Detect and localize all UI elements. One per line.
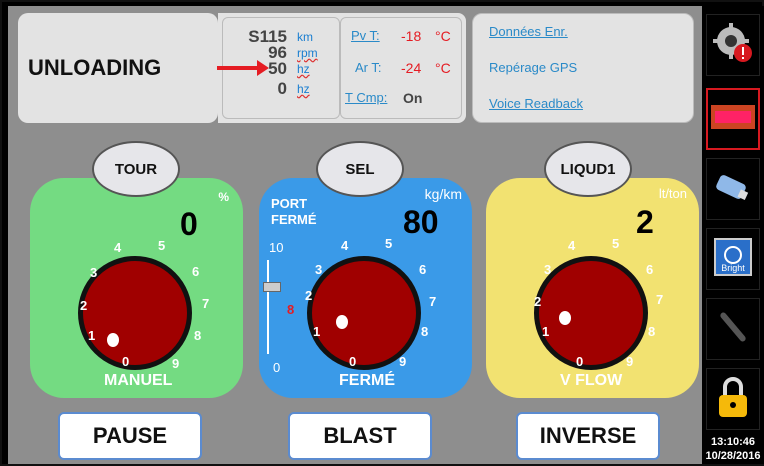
liquid-title: LIQUD1 <box>544 141 632 197</box>
tour-panel: % 0 0 1 2 3 4 5 6 7 8 9 MANUEL <box>30 178 243 398</box>
wrench-icon <box>713 307 753 352</box>
brightness-icon: Bright <box>713 237 753 282</box>
dial-8: 8 <box>194 328 202 343</box>
sel-panel: kg/km PORT FERMÉ 80 10 0 8 0 1 2 3 4 5 6… <box>259 178 472 398</box>
art-label: Ar T: <box>355 60 382 75</box>
tour-unit: % <box>218 190 229 204</box>
dial-7: 7 <box>429 294 437 309</box>
sidebar: Bright 13:10:46 10/28/2016 <box>702 6 764 464</box>
dial-1: 1 <box>88 328 96 343</box>
slider-track[interactable] <box>267 260 277 354</box>
tcmp-value: On <box>403 90 423 106</box>
dial-6: 6 <box>646 262 654 277</box>
dial-9: 9 <box>626 354 634 369</box>
dial-1: 1 <box>542 324 550 339</box>
scale-bottom: 0 <box>273 360 281 375</box>
tour-title: TOUR <box>92 141 180 197</box>
art-unit: °C <box>435 60 451 76</box>
knob-indicator <box>559 311 571 325</box>
dial-9: 9 <box>172 356 180 371</box>
usb-icon <box>711 169 755 210</box>
liquid-bottom-label: V FLOW <box>560 372 623 389</box>
usb-button[interactable] <box>706 158 760 220</box>
dial-7: 7 <box>656 292 664 307</box>
dial-2: 2 <box>80 298 88 313</box>
sel-port-line1: PORT <box>271 196 308 211</box>
pause-button[interactable]: PAUSE <box>58 412 202 460</box>
pvt-value: -18 <box>401 28 422 44</box>
tour-bottom-label: MANUEL <box>104 372 173 389</box>
dial-3: 3 <box>544 262 552 277</box>
gear-alert-icon <box>711 21 755 70</box>
dial-4: 4 <box>568 238 576 253</box>
sel-value: 80 <box>403 204 439 240</box>
link-voice[interactable]: Voice Readback <box>489 96 583 111</box>
bright-button[interactable]: Bright <box>706 228 760 290</box>
knob-indicator <box>336 315 348 329</box>
rpm-unit: rpm <box>297 46 318 60</box>
dial-8: 8 <box>421 324 429 339</box>
liquid-value: 2 <box>636 204 654 240</box>
blast-button[interactable]: BLAST <box>288 412 432 460</box>
speed-unit: km <box>297 30 313 44</box>
hz2-unit: hz <box>297 82 310 96</box>
mode-status: UNLOADING <box>18 13 218 123</box>
sel-bottom-label: FERMÉ <box>339 372 395 389</box>
scale-top: 10 <box>269 240 284 255</box>
spreader-icon <box>709 97 757 142</box>
link-gps[interactable]: Repérage GPS <box>489 60 577 75</box>
dial-6: 6 <box>419 262 427 277</box>
wrench-button[interactable] <box>706 298 760 360</box>
dial-8: 8 <box>648 324 656 339</box>
dial-9: 9 <box>399 354 407 369</box>
main-area: UNLOADING S115 km 96 rpm 50 hz 0 hz Pv T… <box>8 6 702 464</box>
readouts-right: Pv T: -18 °C Ar T: -24 °C T Cmp: On <box>340 17 462 119</box>
liquid-unit: lt/ton <box>658 186 687 201</box>
dial-2: 2 <box>305 288 313 303</box>
dial-0: 0 <box>349 354 357 369</box>
svg-text:Bright: Bright <box>721 263 745 273</box>
tcmp-label: T Cmp: <box>345 90 388 105</box>
pvt-label: Pv T: <box>351 28 380 43</box>
dial-1: 1 <box>313 324 321 339</box>
screen: UNLOADING S115 km 96 rpm 50 hz 0 hz Pv T… <box>0 0 764 466</box>
knob-indicator <box>107 333 119 347</box>
links-panel: Données Enr. Repérage GPS Voice Readback <box>472 13 694 123</box>
dial-0: 0 <box>122 354 130 369</box>
link-data[interactable]: Données Enr. <box>489 24 568 39</box>
dial-3: 3 <box>90 265 98 280</box>
dial-4: 4 <box>114 240 122 255</box>
sel-title: SEL <box>316 141 404 197</box>
dial-5: 5 <box>385 236 393 251</box>
arrow-icon <box>217 60 269 76</box>
spreader-button[interactable] <box>706 88 760 150</box>
dial-6: 6 <box>192 264 200 279</box>
sel-port-line2: FERMÉ <box>271 212 317 227</box>
clock-date: 10/28/2016 <box>705 450 761 462</box>
lock-button[interactable] <box>706 368 760 430</box>
hz-unit: hz <box>297 62 310 76</box>
lock-icon <box>715 375 751 424</box>
settings-button[interactable] <box>706 14 760 76</box>
sel-unit: kg/km <box>424 186 462 202</box>
art-value: -24 <box>401 60 422 76</box>
liquid-panel: lt/ton 2 0 1 2 3 4 5 6 7 8 9 V FLOW <box>486 178 699 398</box>
slider-handle[interactable] <box>263 282 281 292</box>
slider-value: 8 <box>287 302 295 317</box>
inverse-button[interactable]: INVERSE <box>516 412 660 460</box>
dial-2: 2 <box>534 294 542 309</box>
dial-4: 4 <box>341 238 349 253</box>
clock-time: 13:10:46 <box>710 436 756 448</box>
hz2-value: 0 <box>277 79 287 98</box>
dial-5: 5 <box>612 236 620 251</box>
dial-0: 0 <box>576 354 584 369</box>
pvt-unit: °C <box>435 28 451 44</box>
dial-3: 3 <box>315 262 323 277</box>
dial-7: 7 <box>202 296 210 311</box>
sel-knob[interactable] <box>307 256 421 370</box>
hz-value: 50 <box>268 59 287 78</box>
tour-value: 0 <box>180 206 198 242</box>
dial-5: 5 <box>158 238 166 253</box>
